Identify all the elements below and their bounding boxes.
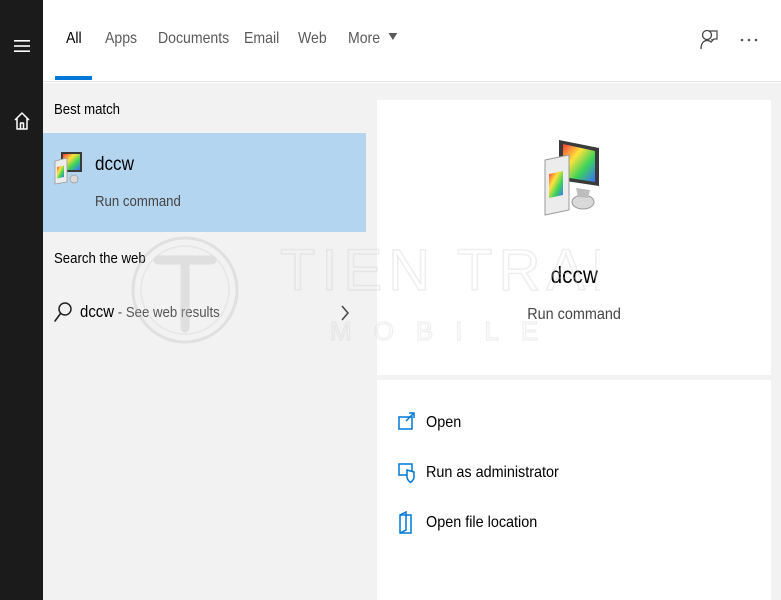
search-icon — [54, 302, 72, 322]
search-web-header: Search the web — [54, 250, 146, 267]
preview-subtitle: Run command — [377, 306, 771, 324]
actions-card: Open Run as administrator Open file loca… — [377, 380, 771, 600]
best-match-title: dccw — [95, 154, 134, 175]
filter-tab-bar: All Apps Documents Email Web More — [43, 0, 781, 82]
display-color-calibration-icon — [544, 140, 599, 216]
tab-all[interactable]: All — [66, 30, 82, 48]
open-file-location-label: Open file location — [426, 514, 538, 531]
web-result-query: dccw — [80, 302, 115, 321]
more-options-icon — [740, 38, 758, 42]
open-action[interactable]: Open — [397, 409, 697, 439]
tab-more[interactable]: More — [348, 30, 398, 48]
home-button[interactable] — [0, 99, 43, 143]
display-color-calibration-icon — [54, 152, 82, 185]
search-window: All Apps Documents Email Web More Best m… — [0, 0, 781, 600]
chevron-right-icon[interactable] — [338, 303, 352, 323]
active-tab-indicator — [55, 76, 92, 80]
best-match-item[interactable]: dccw Run command — [43, 133, 366, 232]
feedback-icon — [700, 29, 718, 50]
home-icon — [13, 112, 30, 130]
caret-down-icon — [388, 33, 398, 40]
preview-title-text: dccw — [550, 262, 598, 288]
left-rail — [0, 0, 43, 600]
best-match-subtitle: Run command — [95, 193, 181, 210]
best-match-header: Best match — [54, 101, 121, 118]
tab-email[interactable]: Email — [244, 30, 279, 48]
run-as-admin-label: Run as administrator — [426, 464, 559, 481]
feedback-button[interactable] — [697, 28, 721, 52]
preview-subtitle-text: Run command — [527, 306, 621, 323]
results-pane: Best match dccw Run command Search the w… — [43, 83, 366, 600]
open-file-location-action[interactable]: Open file location — [397, 509, 697, 539]
web-result-text: dccw - See web results — [80, 302, 220, 322]
app-preview-card: dccw Run command — [377, 100, 771, 375]
open-action-label: Open — [426, 414, 462, 431]
file-location-icon — [399, 511, 412, 534]
tab-web[interactable]: Web — [298, 30, 327, 48]
preview-pane: dccw Run command Open Run as administrat… — [366, 83, 781, 600]
run-as-admin-action[interactable]: Run as administrator — [397, 459, 697, 489]
web-result-item[interactable]: dccw - See web results — [43, 291, 366, 335]
tab-more-label: More — [348, 30, 381, 47]
hamburger-menu-icon — [13, 40, 30, 52]
tab-apps[interactable]: Apps — [105, 30, 137, 48]
shield-admin-icon — [398, 463, 415, 484]
open-window-icon — [398, 412, 415, 430]
more-options-button[interactable] — [737, 28, 761, 52]
menu-button[interactable] — [0, 24, 43, 68]
preview-title: dccw — [377, 262, 771, 289]
tab-documents[interactable]: Documents — [158, 30, 229, 48]
web-result-suffix: - See web results — [114, 304, 220, 321]
